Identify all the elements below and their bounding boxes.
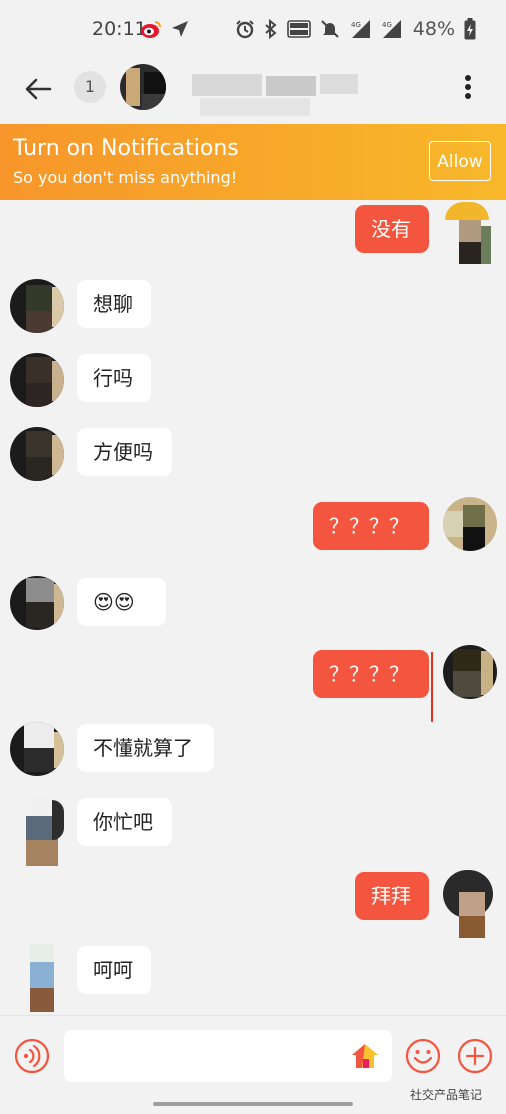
signal-4g-icon: 4G xyxy=(351,20,370,38)
signal-4g-icon-2: 4G xyxy=(382,20,401,38)
battery-icon xyxy=(464,18,476,40)
message-bubble-outgoing[interactable]: ？？？？ xyxy=(313,502,429,550)
status-bar: 20:11 4G 4G 48% xyxy=(0,0,506,58)
navigation-arrow-icon xyxy=(172,21,188,37)
bluetooth-icon xyxy=(265,19,277,39)
message-input-box xyxy=(64,1030,392,1084)
chat-header: 1 xyxy=(0,58,506,124)
message-input[interactable] xyxy=(64,1030,350,1084)
my-avatar[interactable] xyxy=(443,497,497,551)
message-bubble-outgoing[interactable]: 拜拜 xyxy=(355,872,429,920)
contact-avatar[interactable] xyxy=(10,722,64,776)
message-bubble-incoming[interactable]: 方便吗 xyxy=(77,428,172,476)
home-icon[interactable] xyxy=(350,1042,380,1070)
status-icons: 4G 4G 48% xyxy=(235,17,476,41)
back-arrow-icon[interactable] xyxy=(20,71,56,107)
message-bubble-outgoing[interactable]: 没有 xyxy=(355,205,429,253)
voice-icon[interactable] xyxy=(14,1038,50,1074)
status-time: 20:11 xyxy=(92,18,147,40)
notification-banner: Turn on Notifications So you don't miss … xyxy=(0,124,506,200)
text-cursor xyxy=(431,652,433,722)
contact-avatar[interactable] xyxy=(10,353,64,407)
message-bubble-incoming[interactable]: 想聊 xyxy=(77,280,151,328)
contact-avatar[interactable] xyxy=(10,279,64,333)
plus-icon[interactable] xyxy=(457,1038,493,1074)
notification-subtitle: So you don't miss anything! xyxy=(13,168,238,187)
svg-text:4G: 4G xyxy=(382,21,392,29)
contact-avatar[interactable] xyxy=(10,796,64,866)
more-vertical-icon[interactable] xyxy=(456,71,480,103)
contact-avatar[interactable] xyxy=(120,64,166,110)
contact-avatar[interactable] xyxy=(10,576,64,630)
notification-title: Turn on Notifications xyxy=(13,136,239,161)
message-bubble-incoming[interactable]: 不懂就算了 xyxy=(77,724,214,772)
home-indicator[interactable] xyxy=(153,1102,353,1106)
weibo-icon xyxy=(141,21,161,38)
message-bubble-incoming[interactable]: 行吗 xyxy=(77,354,151,402)
allow-button[interactable]: Allow xyxy=(429,141,491,181)
message-bubble-incoming[interactable]: 你忙吧 xyxy=(77,798,172,846)
message-bubble-outgoing[interactable]: ？？？？ xyxy=(313,650,429,698)
composer-bar: 社交产品笔记 xyxy=(0,1015,506,1114)
message-bubble-incoming[interactable]: 😍😍 xyxy=(77,578,166,626)
my-avatar[interactable] xyxy=(445,202,493,264)
battery-percent: 48% xyxy=(412,18,455,40)
alarm-icon xyxy=(236,20,254,39)
mute-icon xyxy=(321,20,339,38)
unread-count-badge[interactable]: 1 xyxy=(74,71,106,103)
volte-icon xyxy=(286,20,311,38)
contact-avatar[interactable] xyxy=(10,944,64,1014)
contact-avatar[interactable] xyxy=(10,427,64,481)
contact-name-blurred xyxy=(170,64,360,120)
my-avatar[interactable] xyxy=(443,870,495,940)
watermark-text: 社交产品笔记 xyxy=(410,1088,483,1102)
emoji-icon[interactable] xyxy=(405,1038,441,1074)
svg-text:4G: 4G xyxy=(351,21,361,29)
my-avatar[interactable] xyxy=(443,645,497,699)
message-bubble-incoming[interactable]: 呵呵 xyxy=(77,946,151,994)
